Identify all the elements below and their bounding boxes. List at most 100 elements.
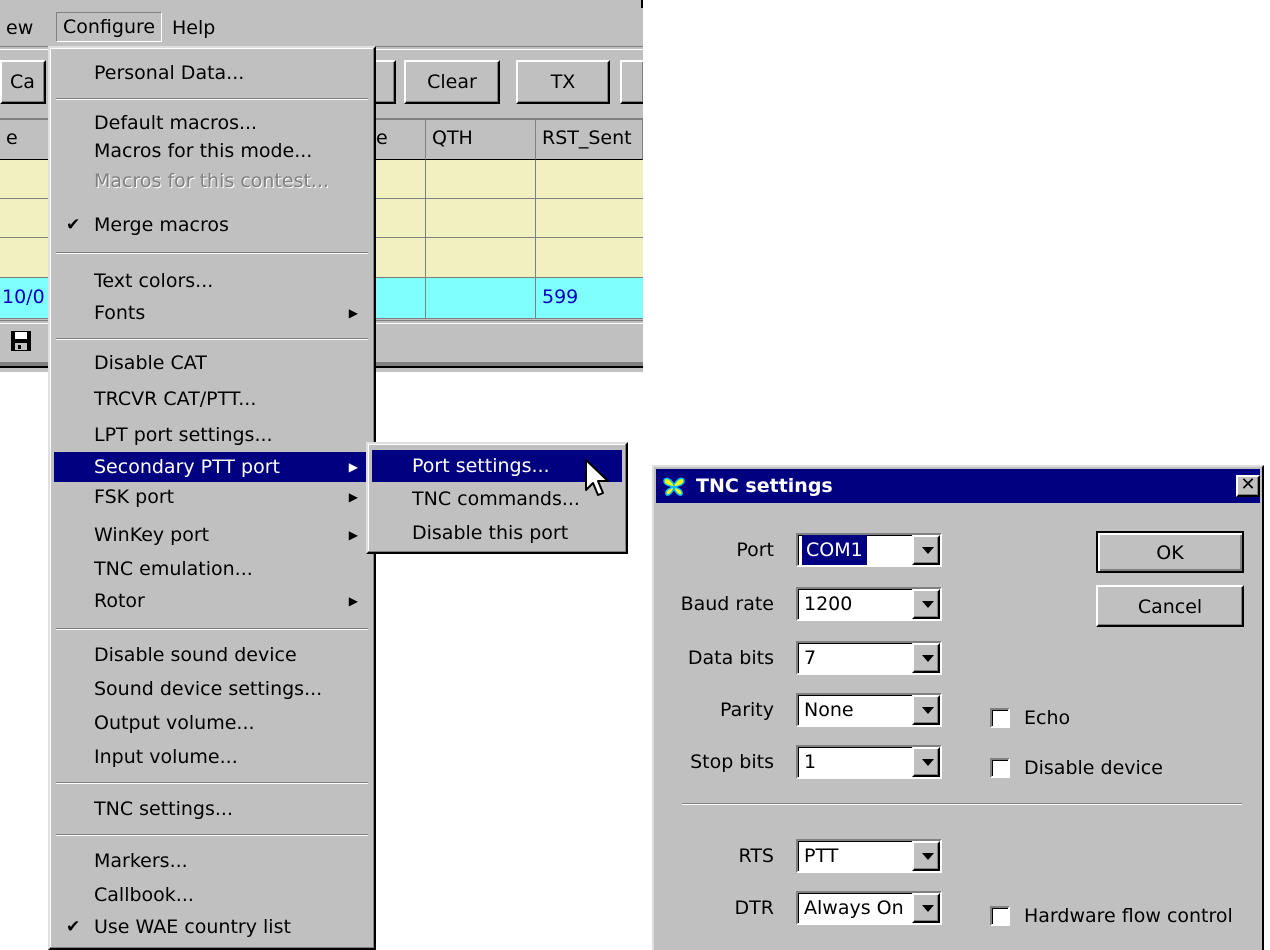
call-button[interactable]: Ca — [0, 60, 46, 104]
menu-item-wae-country-list[interactable]: ✔ Use WAE country list — [54, 912, 370, 942]
data-bits-label: Data bits — [687, 647, 774, 669]
menu-item-tnc-emulation[interactable]: TNC emulation... — [54, 554, 370, 584]
submenu-item-disable-port[interactable]: Disable this port — [372, 518, 622, 548]
log-cell-rst-sent: 599 — [542, 286, 579, 308]
menu-separator — [56, 98, 368, 100]
chevron-down-icon — [922, 547, 934, 554]
log-header-qth[interactable]: QTH — [426, 120, 536, 160]
menu-item-fsk-port[interactable]: FSK port ▶ — [54, 482, 370, 512]
checkmark-icon: ✔ — [66, 917, 81, 937]
menu-item-disable-cat[interactable]: Disable CAT — [54, 348, 370, 378]
data-bits-dropdown-button[interactable] — [912, 643, 940, 673]
checkmark-icon: ✔ — [66, 215, 81, 235]
menu-item-markers[interactable]: Markers... — [54, 846, 370, 876]
disable-device-checkbox[interactable]: Disable device — [990, 753, 1163, 783]
chevron-down-icon — [922, 853, 934, 860]
mouse-cursor-icon — [584, 458, 612, 498]
toolbar-button-partial-right[interactable] — [620, 60, 643, 104]
checkbox-box — [990, 906, 1010, 926]
menu-separator — [56, 834, 368, 836]
data-bits-select[interactable]: 7 — [796, 641, 942, 675]
port-select[interactable]: COM1 — [796, 533, 942, 567]
parity-select[interactable]: None — [796, 693, 942, 727]
menu-item-trcvr-cat-ptt[interactable]: TRCVR CAT/PTT... — [54, 384, 370, 414]
parity-dropdown-button[interactable] — [912, 695, 940, 725]
stop-bits-select[interactable]: 1 — [796, 745, 942, 779]
port-label: Port — [736, 539, 774, 561]
baud-rate-dropdown-button[interactable] — [912, 589, 940, 619]
dtr-value: Always On — [804, 897, 904, 919]
baud-rate-select[interactable]: 1200 — [796, 587, 942, 621]
chevron-down-icon — [922, 707, 934, 714]
menu-item-input-volume[interactable]: Input volume... — [54, 742, 370, 772]
submenu-arrow-icon: ▶ — [348, 306, 358, 320]
submenu-arrow-icon: ▶ — [348, 594, 358, 608]
submenu-arrow-icon: ▶ — [348, 528, 358, 542]
dtr-label: DTR — [734, 897, 774, 919]
echo-checkbox[interactable]: Echo — [990, 703, 1070, 733]
stop-bits-label: Stop bits — [690, 751, 774, 773]
menu-separator — [56, 628, 368, 630]
stop-bits-value: 1 — [804, 751, 817, 773]
window-top-edge — [0, 0, 643, 8]
menu-item-output-volume[interactable]: Output volume... — [54, 708, 370, 738]
port-dropdown-button[interactable] — [912, 535, 940, 565]
menu-item-rotor[interactable]: Rotor ▶ — [54, 586, 370, 616]
menu-separator — [56, 338, 368, 340]
hardware-flow-control-checkbox[interactable]: Hardware flow control — [990, 901, 1233, 931]
menu-item-fonts[interactable]: Fonts ▶ — [54, 298, 370, 328]
baud-rate-value: 1200 — [804, 593, 853, 615]
menu-configure[interactable]: Configure — [56, 12, 163, 42]
rts-value: PTT — [804, 845, 839, 867]
chevron-down-icon — [922, 759, 934, 766]
menu-item-winkey-port[interactable]: WinKey port ▶ — [54, 520, 370, 550]
menubar: ew Configure Help — [0, 10, 643, 44]
menu-item-macros-contest: Macros for this contest... — [94, 170, 330, 192]
checkbox-box — [990, 758, 1010, 778]
log-header-cell[interactable]: e — [370, 120, 426, 160]
menu-item-personal-data[interactable]: Personal Data... — [54, 58, 370, 88]
submenu-arrow-icon: ▶ — [348, 490, 358, 504]
menu-item-text-colors[interactable]: Text colors... — [54, 266, 370, 296]
chevron-down-icon — [922, 601, 934, 608]
dtr-dropdown-button[interactable] — [912, 893, 940, 923]
baud-rate-label: Baud rate — [680, 593, 774, 615]
close-icon: ✕ — [1240, 474, 1256, 495]
clear-button[interactable]: Clear — [404, 60, 500, 104]
menu-view[interactable]: ew — [0, 14, 39, 42]
menu-item-lpt-port[interactable]: LPT port settings... — [54, 420, 370, 450]
menu-item-tnc-settings[interactable]: TNC settings... — [54, 794, 370, 824]
ok-button[interactable]: OK — [1096, 531, 1244, 573]
menu-item-sound-settings[interactable]: Sound device settings... — [54, 674, 370, 704]
chevron-down-icon — [922, 905, 934, 912]
save-icon[interactable] — [10, 330, 32, 352]
tnc-settings-dialog: TNC settings ✕ Port COM1 Baud rate 1200 … — [652, 465, 1264, 950]
menu-item-callbook[interactable]: Callbook... — [54, 880, 370, 910]
configure-menu: Personal Data... Default macros... Macro… — [48, 46, 376, 950]
close-button[interactable]: ✕ — [1236, 475, 1260, 497]
port-value: COM1 — [802, 535, 867, 565]
parity-label: Parity — [719, 699, 774, 721]
stop-bits-dropdown-button[interactable] — [912, 747, 940, 777]
menu-separator — [56, 252, 368, 254]
menu-item-macros-mode[interactable]: Macros for this mode... — [54, 136, 370, 166]
rts-select[interactable]: PTT — [796, 839, 942, 873]
dialog-titlebar[interactable]: TNC settings ✕ — [656, 469, 1260, 503]
app-butterfly-icon — [662, 475, 686, 497]
tx-button[interactable]: TX — [516, 60, 610, 104]
dialog-divider — [682, 803, 1242, 805]
menu-item-default-macros[interactable]: Default macros... — [54, 108, 370, 138]
cancel-button[interactable]: Cancel — [1096, 585, 1244, 627]
log-cell-date: 10/0 — [2, 286, 45, 308]
log-header-rst-sent[interactable]: RST_Sent — [536, 120, 643, 160]
checkbox-box — [990, 708, 1010, 728]
menu-help[interactable]: Help — [166, 14, 221, 42]
menu-item-disable-sound[interactable]: Disable sound device — [54, 640, 370, 670]
chevron-down-icon — [922, 655, 934, 662]
toolbar-button-partial[interactable] — [374, 60, 396, 104]
log-header-cell[interactable]: e — [0, 120, 50, 160]
dtr-select[interactable]: Always On — [796, 891, 942, 925]
rts-dropdown-button[interactable] — [912, 841, 940, 871]
menu-item-secondary-ptt-port[interactable]: Secondary PTT port ▶ — [54, 452, 370, 482]
menu-item-merge-macros[interactable]: ✔ Merge macros — [54, 210, 370, 240]
